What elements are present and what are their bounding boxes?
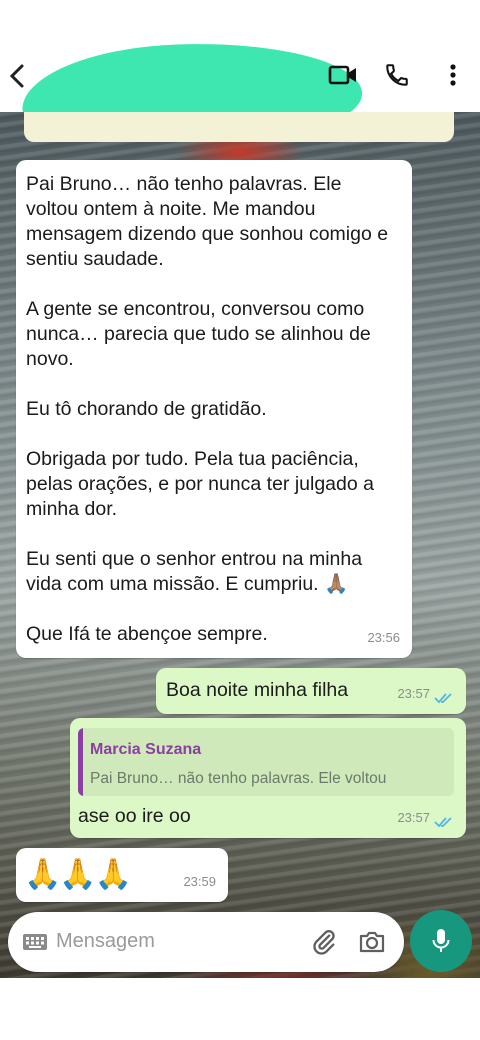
- paperclip-icon[interactable]: [310, 928, 338, 956]
- keyboard-icon[interactable]: [22, 933, 48, 951]
- message-text: ase oo ire oo: [78, 805, 191, 827]
- message-paragraph: Que Ifá te abençoe sempre.: [26, 623, 268, 645]
- incoming-message-bubble[interactable]: 🙏🙏🙏 23:59: [16, 848, 228, 902]
- message-paragraph: Eu tô chorando de gratidão.: [26, 398, 267, 420]
- outgoing-reply-bubble[interactable]: Marcia Suzana Pai Bruno… não tenho palav…: [70, 718, 466, 838]
- video-call-icon: [328, 65, 356, 85]
- message-text: Pai Bruno… não tenho palavras. Ele volto…: [26, 172, 398, 647]
- more-vert-icon: [450, 64, 456, 86]
- voice-call-button[interactable]: [380, 58, 414, 92]
- message-input-bar[interactable]: Mensagem: [8, 912, 404, 972]
- message-paragraph: Eu senti que o senhor entrou na minha vi…: [26, 548, 363, 595]
- message-timestamp: 23:57: [397, 810, 430, 825]
- incoming-message-bubble[interactable]: Pai Bruno… não tenho palavras. Ele volto…: [16, 160, 412, 658]
- message-timestamp: 23:56: [367, 630, 400, 645]
- message-timestamp: 23:57: [397, 686, 430, 701]
- message-timestamp: 23:59: [183, 874, 216, 889]
- status-bar-area: [0, 0, 480, 40]
- outgoing-message-bubble[interactable]: Boa noite minha filha 23:57: [156, 668, 466, 714]
- message-emoji: 🙏🙏🙏: [24, 858, 132, 891]
- message-paragraph: A gente se encontrou, conversou como nun…: [26, 298, 371, 370]
- message-paragraph: Obrigada por tudo. Pela tua paciência, p…: [26, 448, 374, 520]
- quote-author: Marcia Suzana: [90, 741, 202, 758]
- navigation-bar-area: [0, 978, 480, 1040]
- read-ticks-icon: [434, 693, 452, 704]
- arrow-left-icon[interactable]: [6, 62, 28, 90]
- message-input[interactable]: Mensagem: [56, 930, 155, 953]
- chat-header: [0, 38, 480, 150]
- quoted-message[interactable]: Marcia Suzana Pai Bruno… não tenho palav…: [78, 728, 454, 796]
- quote-accent-bar: [78, 728, 83, 796]
- more-options-button[interactable]: [436, 58, 470, 92]
- quote-text: Pai Bruno… não tenho palavras. Ele volto…: [90, 770, 387, 787]
- phone-icon: [386, 64, 408, 86]
- camera-icon[interactable]: [358, 930, 386, 954]
- mic-button[interactable]: [410, 910, 472, 972]
- read-ticks-icon: [434, 817, 452, 828]
- message-text: Boa noite minha filha: [166, 679, 349, 701]
- microphone-icon: [432, 929, 450, 952]
- video-call-button[interactable]: [326, 58, 360, 92]
- partial-message-bubble: [24, 112, 454, 142]
- message-paragraph: Pai Bruno… não tenho palavras. Ele volto…: [26, 173, 389, 270]
